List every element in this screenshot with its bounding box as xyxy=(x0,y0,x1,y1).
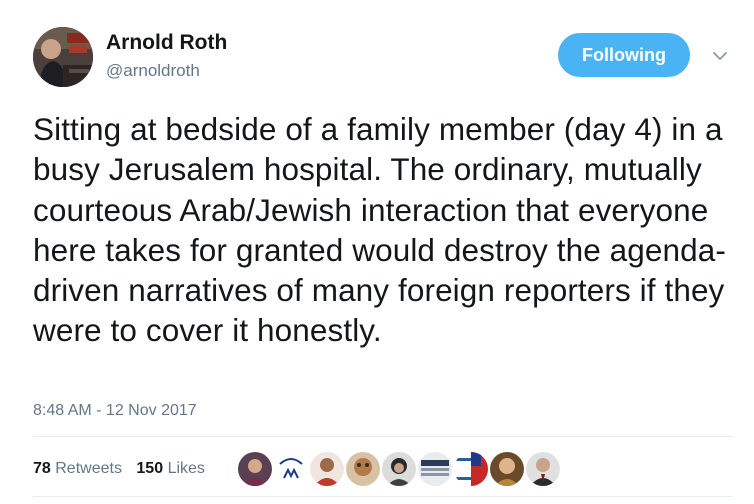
likes-stat[interactable]: 150 Likes xyxy=(136,458,205,480)
retweets-count: 78 xyxy=(33,460,51,477)
tweet-menu-button[interactable] xyxy=(708,46,732,66)
liker-avatar-9-icon xyxy=(526,452,560,486)
tweet-card: Arnold Roth @arnoldroth Following Sittin… xyxy=(0,0,754,504)
liker-avatar-3-icon xyxy=(310,452,344,486)
liker-avatar-1-icon xyxy=(238,452,272,486)
liker-avatar-6-icon xyxy=(418,452,452,486)
liker-avatar[interactable] xyxy=(418,452,452,486)
liker-avatar[interactable] xyxy=(454,452,488,486)
divider xyxy=(33,496,733,497)
retweets-label: Retweets xyxy=(55,460,122,477)
liker-avatar[interactable] xyxy=(382,452,416,486)
liker-avatar[interactable] xyxy=(274,452,308,486)
user-name[interactable]: Arnold Roth xyxy=(106,31,227,55)
liker-avatar[interactable] xyxy=(238,452,272,486)
divider xyxy=(33,436,733,437)
tweet-timestamp[interactable]: 8:48 AM - 12 Nov 2017 xyxy=(33,401,197,421)
liker-avatars xyxy=(238,452,562,486)
user-avatar[interactable] xyxy=(33,27,93,87)
tweet-text: Sitting at bedside of a family member (d… xyxy=(33,111,726,349)
tweet-stats: 78 Retweets 150 Likes xyxy=(33,458,215,480)
retweets-stat[interactable]: 78 Retweets xyxy=(33,458,122,480)
likes-count: 150 xyxy=(136,460,164,477)
user-handle[interactable]: @arnoldroth xyxy=(106,60,200,82)
liker-avatar[interactable] xyxy=(346,452,380,486)
liker-avatar[interactable] xyxy=(310,452,344,486)
liker-avatar[interactable] xyxy=(490,452,524,486)
profile-photo-icon xyxy=(33,27,93,87)
likes-label: Likes xyxy=(167,460,205,477)
liker-avatar-8-icon xyxy=(490,452,524,486)
liker-avatar-mpc-icon xyxy=(274,452,308,486)
liker-avatar[interactable] xyxy=(526,452,560,486)
following-button[interactable]: Following xyxy=(558,33,690,77)
liker-avatar-4-icon xyxy=(346,452,380,486)
liker-avatar-5-icon xyxy=(382,452,416,486)
chevron-down-icon xyxy=(713,52,727,60)
liker-avatar-flags-icon xyxy=(454,452,488,486)
